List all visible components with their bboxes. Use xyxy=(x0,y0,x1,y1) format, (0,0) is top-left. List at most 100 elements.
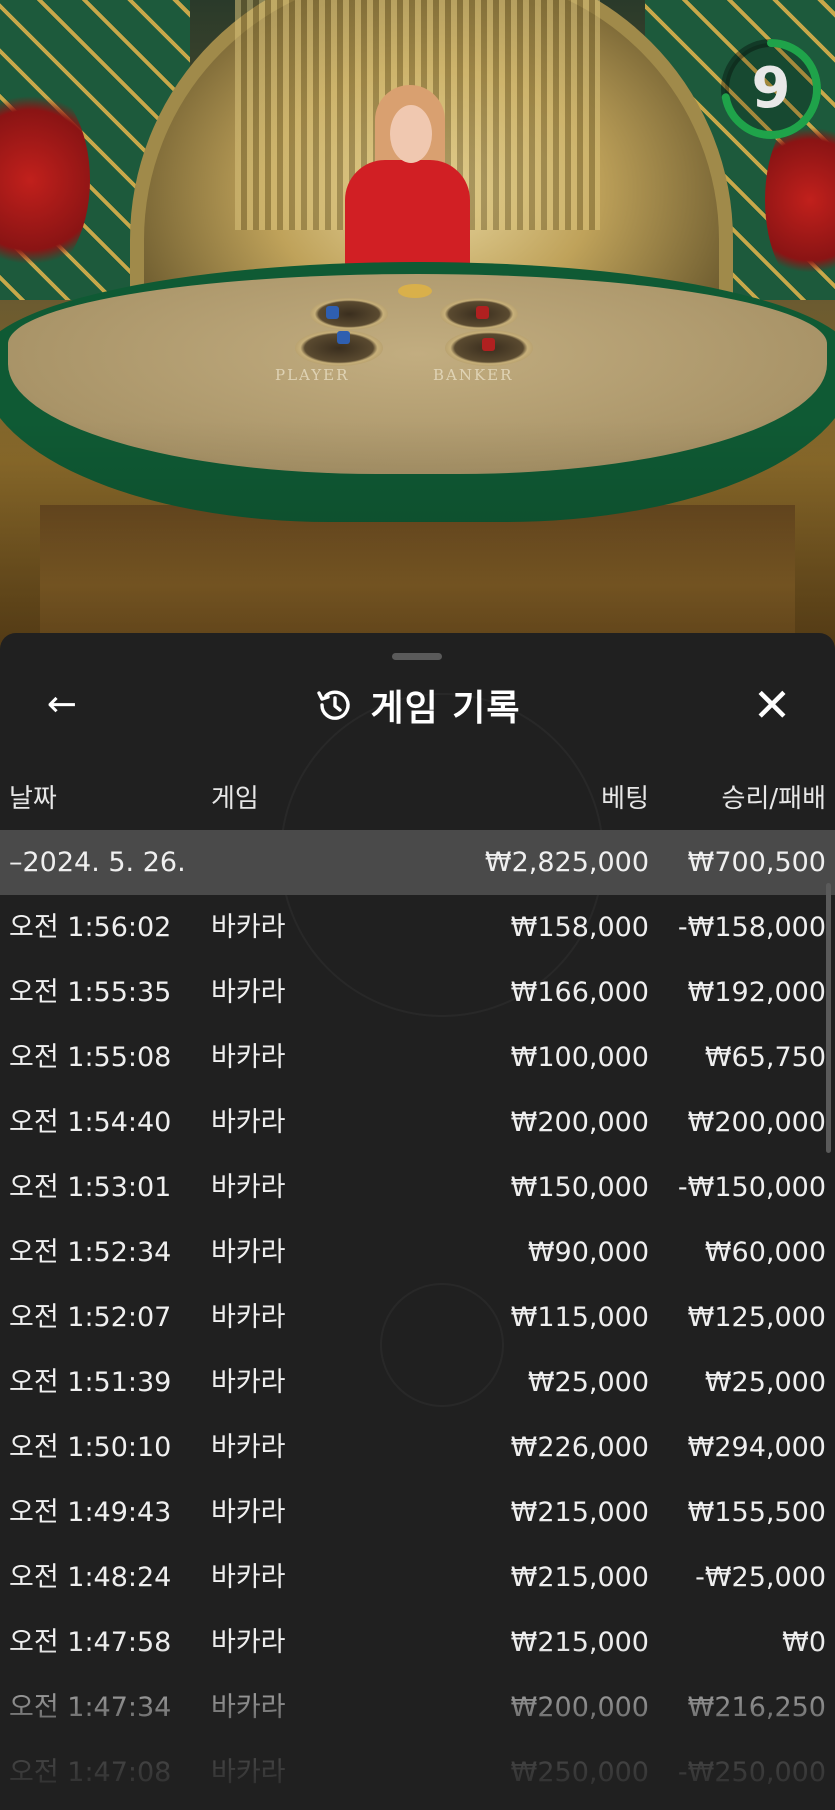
close-button[interactable]: ✕ xyxy=(748,681,796,729)
row-win-loss: ₩216,250 xyxy=(687,1692,826,1723)
row-time: 오전 1:48:24 xyxy=(9,1562,172,1593)
row-time: 오전 1:47:08 xyxy=(9,1757,172,1788)
scene-shade xyxy=(0,420,835,660)
row-time: 오전 1:55:08 xyxy=(9,1042,172,1073)
back-button[interactable]: ← xyxy=(38,681,86,729)
row-game: 바카라 xyxy=(211,1497,286,1528)
row-bet: ₩25,000 xyxy=(527,1367,649,1398)
row-time: 오전 1:52:07 xyxy=(9,1302,172,1333)
row-bet: ₩115,000 xyxy=(510,1302,649,1333)
row-win-loss: ₩25,000 xyxy=(704,1367,826,1398)
row-win-loss: ₩0 xyxy=(782,1627,826,1658)
row-game: 바카라 xyxy=(211,1237,286,1268)
summary-bet-total: ₩2,825,000 xyxy=(484,847,649,878)
live-video-feed: PLAYER BANKER 9 xyxy=(0,0,835,660)
row-win-loss: ₩200,000 xyxy=(687,1107,826,1138)
row-bet: ₩215,000 xyxy=(510,1497,649,1528)
history-table: –2024. 5. 26. ₩2,825,000 ₩700,500 오전 1:5… xyxy=(0,830,835,1805)
summary-date: –2024. 5. 26. xyxy=(9,847,186,878)
row-bet: ₩250,000 xyxy=(510,1757,649,1788)
row-win-loss: ₩125,000 xyxy=(687,1302,826,1333)
row-time: 오전 1:49:43 xyxy=(9,1497,172,1528)
row-bet: ₩215,000 xyxy=(510,1627,649,1658)
blue-die xyxy=(326,306,339,319)
row-win-loss: -₩25,000 xyxy=(695,1562,826,1593)
row-bet: ₩200,000 xyxy=(510,1107,649,1138)
row-win-loss: ₩155,500 xyxy=(687,1497,826,1528)
row-game: 바카라 xyxy=(211,1562,286,1593)
table-row[interactable]: 오전 1:55:08 바카라 ₩100,000 ₩65,750 xyxy=(0,1025,835,1090)
row-game: 바카라 xyxy=(211,977,286,1008)
row-game: 바카라 xyxy=(211,1627,286,1658)
row-bet: ₩158,000 xyxy=(510,912,649,943)
row-time: 오전 1:47:34 xyxy=(9,1692,172,1723)
row-win-loss: ₩192,000 xyxy=(687,977,826,1008)
row-bet: ₩100,000 xyxy=(510,1042,649,1073)
timer-value: 9 xyxy=(751,56,791,121)
row-bet: ₩90,000 xyxy=(527,1237,649,1268)
row-game: 바카라 xyxy=(211,1367,286,1398)
player-area-label: PLAYER xyxy=(275,366,350,384)
row-time: 오전 1:51:39 xyxy=(9,1367,172,1398)
row-bet: ₩166,000 xyxy=(510,977,649,1008)
table-row[interactable]: 오전 1:54:40 바카라 ₩200,000 ₩200,000 xyxy=(0,1090,835,1155)
row-game: 바카라 xyxy=(211,1042,286,1073)
row-bet: ₩215,000 xyxy=(510,1562,649,1593)
dealer-face xyxy=(390,105,432,163)
column-header-date[interactable]: 날짜 xyxy=(9,778,57,815)
table-row[interactable]: 오전 1:49:43 바카라 ₩215,000 ₩155,500 xyxy=(0,1480,835,1545)
drag-handle[interactable] xyxy=(392,653,442,660)
column-header-bet[interactable]: 베팅 xyxy=(601,778,649,815)
table-row[interactable]: 오전 1:53:01 바카라 ₩150,000 -₩150,000 xyxy=(0,1155,835,1220)
column-header-game[interactable]: 게임 xyxy=(211,778,259,815)
banker-area-label: BANKER xyxy=(433,366,514,384)
date-summary-row[interactable]: –2024. 5. 26. ₩2,825,000 ₩700,500 xyxy=(0,830,835,895)
game-history-sheet: ← 게임 기록 ✕ 날짜 게임 베팅 승리/패배 –2024. 5. 26. ₩… xyxy=(0,633,835,1810)
summary-win-loss-total: ₩700,500 xyxy=(687,847,826,878)
row-bet: ₩226,000 xyxy=(510,1432,649,1463)
row-game: 바카라 xyxy=(211,1432,286,1463)
row-time: 오전 1:52:34 xyxy=(9,1237,172,1268)
close-icon: ✕ xyxy=(752,678,792,732)
table-row[interactable]: 오전 1:47:08 바카라 ₩250,000 -₩250,000 xyxy=(0,1740,835,1805)
row-game: 바카라 xyxy=(211,912,286,943)
table-row[interactable]: 오전 1:50:10 바카라 ₩226,000 ₩294,000 xyxy=(0,1415,835,1480)
countdown-timer: 9 xyxy=(718,36,824,142)
row-game: 바카라 xyxy=(211,1302,286,1333)
row-win-loss: ₩65,750 xyxy=(704,1042,826,1073)
history-rows: 오전 1:56:02 바카라 ₩158,000 -₩158,000 오전 1:55:35… xyxy=(0,895,835,1805)
column-header-win-loss[interactable]: 승리/패배 xyxy=(722,778,826,815)
row-win-loss: -₩158,000 xyxy=(677,912,826,943)
row-time: 오전 1:54:40 xyxy=(9,1107,172,1138)
table-row[interactable]: 오전 1:52:07 바카라 ₩115,000 ₩125,000 xyxy=(0,1285,835,1350)
row-game: 바카라 xyxy=(211,1172,286,1203)
dealer-button xyxy=(398,284,432,298)
dice-cup-player-top xyxy=(310,298,388,330)
row-game: 바카라 xyxy=(211,1757,286,1788)
row-win-loss: -₩150,000 xyxy=(677,1172,826,1203)
table-row[interactable]: 오전 1:55:35 바카라 ₩166,000 ₩192,000 xyxy=(0,960,835,1025)
row-win-loss: -₩250,000 xyxy=(677,1757,826,1788)
row-game: 바카라 xyxy=(211,1692,286,1723)
table-row[interactable]: 오전 1:56:02 바카라 ₩158,000 -₩158,000 xyxy=(0,895,835,960)
table-row[interactable]: 오전 1:47:58 바카라 ₩215,000 ₩0 xyxy=(0,1610,835,1675)
row-bet: ₩200,000 xyxy=(510,1692,649,1723)
row-win-loss: ₩294,000 xyxy=(687,1432,826,1463)
row-time: 오전 1:53:01 xyxy=(9,1172,172,1203)
row-bet: ₩150,000 xyxy=(510,1172,649,1203)
history-icon xyxy=(317,690,351,720)
row-time: 오전 1:50:10 xyxy=(9,1432,172,1463)
red-die xyxy=(476,306,489,319)
arrow-left-icon: ← xyxy=(46,684,78,725)
row-game: 바카라 xyxy=(211,1107,286,1138)
red-die xyxy=(482,338,495,351)
table-row[interactable]: 오전 1:48:24 바카라 ₩215,000 -₩25,000 xyxy=(0,1545,835,1610)
row-time: 오전 1:47:58 xyxy=(9,1627,172,1658)
table-row[interactable]: 오전 1:51:39 바카라 ₩25,000 ₩25,000 xyxy=(0,1350,835,1415)
row-win-loss: ₩60,000 xyxy=(704,1237,826,1268)
table-row[interactable]: 오전 1:52:34 바카라 ₩90,000 ₩60,000 xyxy=(0,1220,835,1285)
scrollbar[interactable] xyxy=(826,883,831,1153)
row-time: 오전 1:55:35 xyxy=(9,977,172,1008)
blue-die xyxy=(337,331,350,344)
table-row[interactable]: 오전 1:47:34 바카라 ₩200,000 ₩216,250 xyxy=(0,1675,835,1740)
